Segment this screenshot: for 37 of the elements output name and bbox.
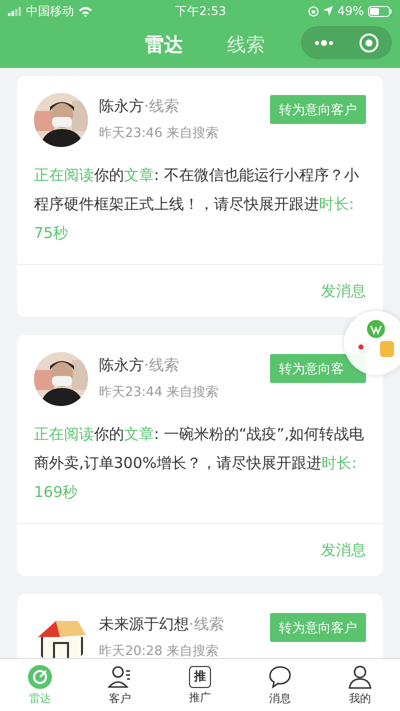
visit-time: 昨天20:28 来自搜索 (99, 643, 220, 658)
visit-time: 昨天23:46 来自搜索 (99, 125, 220, 142)
activity-message: 正在阅读你的文章: 不在微信也能运行小程序？小程序硬件框架正式上线！，请尽快展开跟进时长: 75秒 (33, 165, 360, 244)
more-icon[interactable] (314, 40, 334, 46)
radar-icon (28, 664, 52, 688)
capsule-menu[interactable] (301, 26, 392, 59)
tab-bar-item[interactable]: 雷达 (10, 659, 70, 711)
user-list-icon (108, 664, 132, 688)
tab-bar-item[interactable]: 客户 (90, 659, 150, 711)
chat-bubble-icon (268, 664, 292, 688)
floating-widget[interactable] (344, 311, 400, 375)
lead-name: 陈永方·线索 (99, 97, 180, 116)
tab-bar-item[interactable]: 推 推广 (170, 659, 230, 711)
lock-rotation-icon (308, 6, 320, 16)
clock-time: 下午2:53 (175, 2, 226, 20)
convert-button[interactable]: 转为意向客 (270, 354, 366, 383)
visit-time: 昨天23:44 来自搜索 (99, 384, 220, 401)
tab-bar-item[interactable]: 消息 (250, 659, 310, 711)
nav-tab[interactable]: 线索 (227, 32, 265, 58)
carrier-name: 中国移动 (26, 2, 74, 20)
person-icon (348, 664, 372, 688)
nav-tab[interactable]: 雷达 (145, 32, 183, 58)
convert-button[interactable]: 转为意向客户 (270, 613, 366, 642)
promote-icon: 推 (189, 666, 211, 688)
tab-bar-item[interactable]: 我的 (330, 659, 390, 711)
send-message-link[interactable]: 发消息 (321, 540, 366, 560)
send-message-link[interactable]: 发消息 (321, 282, 366, 300)
lead-name: 未来源于幻想·线索 (99, 615, 225, 634)
close-icon[interactable] (359, 32, 380, 52)
location-arrow-icon (323, 6, 334, 16)
battery-percent: 49% (337, 4, 364, 18)
activity-message: 正在阅读你的文章: 一碗米粉的“战疫”,如何转战电商外卖,订单300%增长？，请尽快展开跟进时长: 169秒 (33, 424, 366, 503)
lead-name: 陈永方·线索 (99, 356, 180, 375)
wifi-icon (78, 6, 93, 16)
convert-button[interactable]: 转为意向客户 (270, 95, 366, 124)
battery-icon (368, 6, 392, 16)
signal-icon (8, 6, 22, 16)
